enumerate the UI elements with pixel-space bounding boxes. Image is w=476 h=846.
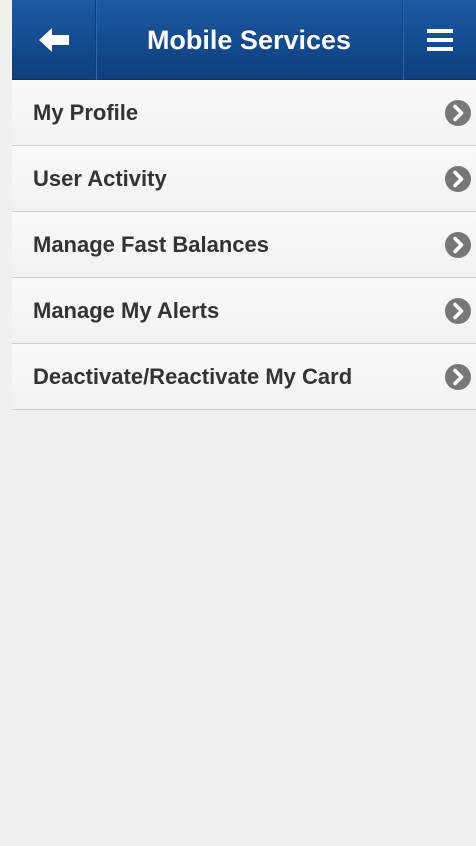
menu-item-manage-fast-balances[interactable]: Manage Fast Balances (12, 212, 476, 278)
services-menu-list: My Profile User Activity Manage Fast Bal… (12, 80, 476, 410)
menu-item-label: My Profile (33, 99, 139, 125)
hamburger-menu-icon (426, 29, 453, 51)
chevron-right-icon (445, 297, 471, 324)
menu-item-label: Manage My Alerts (33, 297, 220, 323)
arrow-left-icon (38, 27, 69, 52)
chevron-right-icon (445, 99, 471, 126)
menu-item-deactivate-reactivate-card[interactable]: Deactivate/Reactivate My Card (12, 344, 476, 410)
header-bar: Mobile Services (12, 0, 476, 80)
menu-item-label: Deactivate/Reactivate My Card (33, 363, 353, 389)
menu-item-my-profile[interactable]: My Profile (12, 80, 476, 146)
menu-button[interactable] (402, 0, 476, 80)
menu-item-user-activity[interactable]: User Activity (12, 146, 476, 212)
chevron-right-icon (445, 231, 471, 258)
chevron-right-icon (445, 165, 471, 192)
page-title: Mobile Services (146, 25, 352, 55)
menu-item-label: User Activity (33, 165, 167, 191)
menu-item-manage-my-alerts[interactable]: Manage My Alerts (12, 278, 476, 344)
back-button[interactable] (12, 0, 96, 80)
menu-item-label: Manage Fast Balances (33, 231, 269, 257)
chevron-right-icon (445, 363, 471, 390)
mobile-services-screen: Mobile Services My Profile User Activity (0, 0, 476, 846)
